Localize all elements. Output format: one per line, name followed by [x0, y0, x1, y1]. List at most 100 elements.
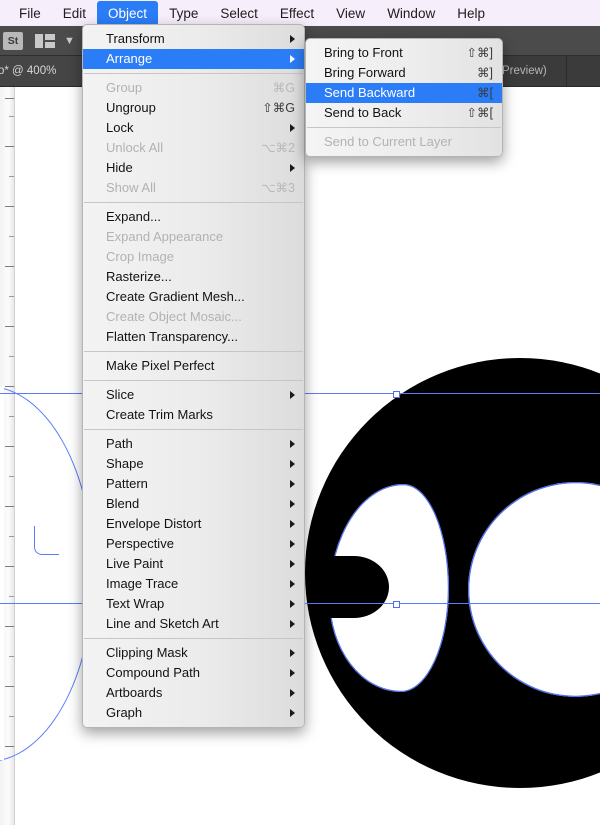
- menu-item-label: Flatten Transparency...: [106, 329, 238, 344]
- menubar-item-help[interactable]: Help: [446, 1, 496, 26]
- menu-item-label: Live Paint: [106, 556, 164, 571]
- document-tab-title: ub-logo* @ 400%: [0, 64, 57, 77]
- menubar-item-window[interactable]: Window: [376, 1, 446, 26]
- menu-item-label: Text Wrap: [106, 596, 165, 611]
- menu-item-perspective[interactable]: Perspective: [83, 534, 304, 554]
- menu-item-unlock-all: Unlock All ⌥⌘2: [83, 138, 304, 158]
- menu-item-label: Blend: [106, 496, 140, 511]
- submenu-arrow-icon: [290, 540, 295, 548]
- menu-item-lock[interactable]: Lock: [83, 118, 304, 138]
- menu-item-shortcut: ⇧⌘]: [466, 46, 493, 60]
- menu-item-create-trim-marks[interactable]: Create Trim Marks: [83, 405, 304, 425]
- menu-item-shortcut: ⇧⌘[: [466, 106, 493, 120]
- menu-separator: [84, 202, 303, 203]
- menu-item-shortcut: ⌘G: [272, 81, 295, 95]
- anchor-point[interactable]: [393, 601, 400, 608]
- menu-item-show-all: Show All ⌥⌘3: [83, 178, 304, 198]
- menu-item-envelope-distort[interactable]: Envelope Distort: [83, 514, 304, 534]
- submenu-arrow-icon: [290, 560, 295, 568]
- menu-item-live-paint[interactable]: Live Paint: [83, 554, 304, 574]
- menu-item-label: Artboards: [106, 685, 163, 700]
- menu-item-crop-image: Crop Image: [83, 247, 304, 267]
- submenu-arrow-icon: [290, 620, 295, 628]
- menu-item-label: Pattern: [106, 476, 148, 491]
- menubar-item-effect[interactable]: Effect: [269, 1, 325, 26]
- menu-item-create-object-mosaic: Create Object Mosaic...: [83, 307, 304, 327]
- menu-item-compound-path[interactable]: Compound Path: [83, 663, 304, 683]
- menu-item-label: Send to Current Layer: [324, 134, 452, 149]
- menu-item-send-backward[interactable]: Send Backward ⌘[: [306, 83, 502, 103]
- menu-item-bring-forward[interactable]: Bring Forward ⌘]: [306, 63, 502, 83]
- menu-separator: [84, 638, 303, 639]
- menu-item-line-and-sketch-art[interactable]: Line and Sketch Art: [83, 614, 304, 634]
- menu-item-graph[interactable]: Graph: [83, 703, 304, 723]
- ruler-tick: [9, 236, 14, 237]
- submenu-arrow-icon: [290, 35, 295, 43]
- menu-item-label: Show All: [106, 180, 156, 195]
- menu-item-label: Send to Back: [324, 105, 402, 120]
- menu-item-label: Send Backward: [324, 85, 416, 100]
- menu-item-rasterize[interactable]: Rasterize...: [83, 267, 304, 287]
- menu-item-arrange[interactable]: Arrange: [83, 49, 304, 69]
- menubar-item-select[interactable]: Select: [209, 1, 269, 26]
- menu-item-expand[interactable]: Expand...: [83, 207, 304, 227]
- menu-item-pattern[interactable]: Pattern: [83, 474, 304, 494]
- menubar-item-edit[interactable]: Edit: [52, 1, 97, 26]
- ruler-tick: [9, 296, 14, 297]
- menu-item-blend[interactable]: Blend: [83, 494, 304, 514]
- submenu-arrow-icon: [290, 460, 295, 468]
- stock-button[interactable]: St: [3, 31, 23, 50]
- menu-item-shape[interactable]: Shape: [83, 454, 304, 474]
- menu-item-label: Group: [106, 80, 143, 95]
- menu-item-label: Hide: [106, 160, 133, 175]
- menubar-item-object[interactable]: Object: [97, 0, 159, 26]
- ruler-tick: [9, 116, 14, 117]
- menu-item-label: Graph: [106, 705, 143, 720]
- arrange-submenu: Bring to Front ⇧⌘] Bring Forward ⌘] Send Bac…: [305, 38, 503, 157]
- menu-item-label: Rasterize...: [106, 269, 172, 284]
- chevron-down-icon[interactable]: ▼: [64, 35, 75, 46]
- anchor-point[interactable]: [393, 391, 400, 398]
- menu-item-ungroup[interactable]: Ungroup ⇧⌘G: [83, 98, 304, 118]
- menu-item-label: Line and Sketch Art: [106, 616, 219, 631]
- menu-item-text-wrap[interactable]: Text Wrap: [83, 594, 304, 614]
- menu-item-make-pixel-perfect[interactable]: Make Pixel Perfect: [83, 356, 304, 376]
- menu-item-label: Envelope Distort: [106, 516, 202, 531]
- menubar-item-file[interactable]: File: [8, 1, 52, 26]
- menu-separator: [307, 127, 501, 128]
- menu-item-clipping-mask[interactable]: Clipping Mask: [83, 643, 304, 663]
- menu-item-send-to-back[interactable]: Send to Back ⇧⌘[: [306, 103, 502, 123]
- submenu-arrow-icon: [290, 600, 295, 608]
- arrange-documents-icon[interactable]: [35, 33, 55, 48]
- menu-item-label: Create Trim Marks: [106, 407, 213, 422]
- menu-item-hide[interactable]: Hide: [83, 158, 304, 178]
- ruler-tick: [9, 176, 14, 177]
- document-tab-second-title: Preview): [502, 64, 547, 77]
- menu-separator: [84, 351, 303, 352]
- menu-item-flatten-transparency[interactable]: Flatten Transparency...: [83, 327, 304, 347]
- ruler-tick: [9, 356, 14, 357]
- menu-item-label: Compound Path: [106, 665, 200, 680]
- menu-item-label: Expand...: [106, 209, 161, 224]
- submenu-arrow-icon: [290, 124, 295, 132]
- submenu-arrow-icon: [290, 709, 295, 717]
- menu-item-path[interactable]: Path: [83, 434, 304, 454]
- menu-item-send-to-current-layer: Send to Current Layer: [306, 132, 502, 152]
- menu-item-label: Perspective: [106, 536, 174, 551]
- menu-item-bring-to-front[interactable]: Bring to Front ⇧⌘]: [306, 43, 502, 63]
- logo-outline-path[interactable]: [0, 386, 94, 762]
- menu-item-label: Clipping Mask: [106, 645, 188, 660]
- menu-item-artboards[interactable]: Artboards: [83, 683, 304, 703]
- menubar-item-view[interactable]: View: [325, 1, 376, 26]
- menu-item-label: Shape: [106, 456, 144, 471]
- menubar-item-type[interactable]: Type: [158, 1, 209, 26]
- menu-item-image-trace[interactable]: Image Trace: [83, 574, 304, 594]
- menu-item-shortcut: ⌘]: [477, 66, 493, 80]
- menu-item-transform[interactable]: Transform: [83, 29, 304, 49]
- menu-item-create-gradient-mesh[interactable]: Create Gradient Mesh...: [83, 287, 304, 307]
- menu-item-label: Bring Forward: [324, 65, 406, 80]
- menu-item-label: Lock: [106, 120, 134, 135]
- submenu-arrow-icon: [290, 669, 295, 677]
- menu-item-label: Create Gradient Mesh...: [106, 289, 245, 304]
- menu-item-slice[interactable]: Slice: [83, 385, 304, 405]
